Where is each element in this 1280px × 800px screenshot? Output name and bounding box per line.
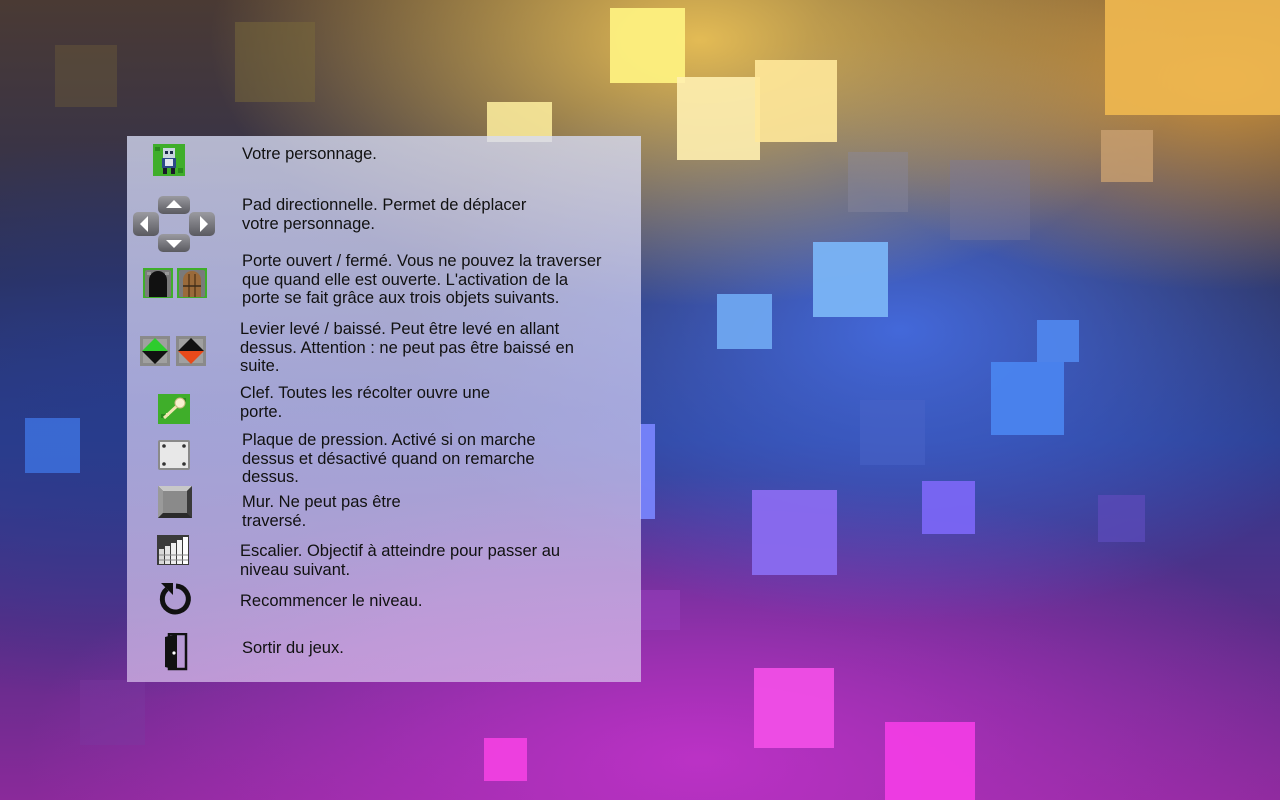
- staircase-icon: [157, 535, 189, 565]
- help-text-key: Clef. Toutes les récolter ouvre une port…: [240, 384, 491, 421]
- restart-icon[interactable]: [157, 580, 195, 618]
- dpad-icon: [132, 195, 216, 253]
- exit-door-icon[interactable]: [163, 633, 189, 671]
- key-icon: [158, 394, 190, 424]
- help-text-wall: Mur. Ne peut pas être traversé.: [242, 493, 401, 530]
- help-text-exit: Sortir du jeux.: [242, 639, 344, 657]
- help-panel: Votre personnage. Pad directionnelle. Pe…: [127, 136, 641, 682]
- help-text-restart: Recommencer le niveau.: [240, 592, 423, 610]
- door-open-closed-icon: [143, 268, 207, 298]
- help-text-stairs: Escalier. Objectif à atteindre pour pass…: [240, 542, 561, 579]
- pressure-plate-icon: [157, 439, 191, 471]
- lever-up-down-icon: [140, 336, 206, 366]
- help-text-dpad: Pad directionnelle. Permet de déplacer v…: [242, 196, 527, 233]
- help-text-plate: Plaque de pression. Activé si on marche …: [242, 431, 536, 486]
- help-text-door: Porte ouvert / fermé. Vous ne pouvez la …: [242, 252, 602, 307]
- help-text-lever: Levier levé / baissé. Peut être levé en …: [240, 320, 574, 375]
- wall-block-icon: [157, 485, 193, 519]
- character-sprite-icon: [153, 144, 185, 176]
- help-text-character: Votre personnage.: [242, 145, 377, 163]
